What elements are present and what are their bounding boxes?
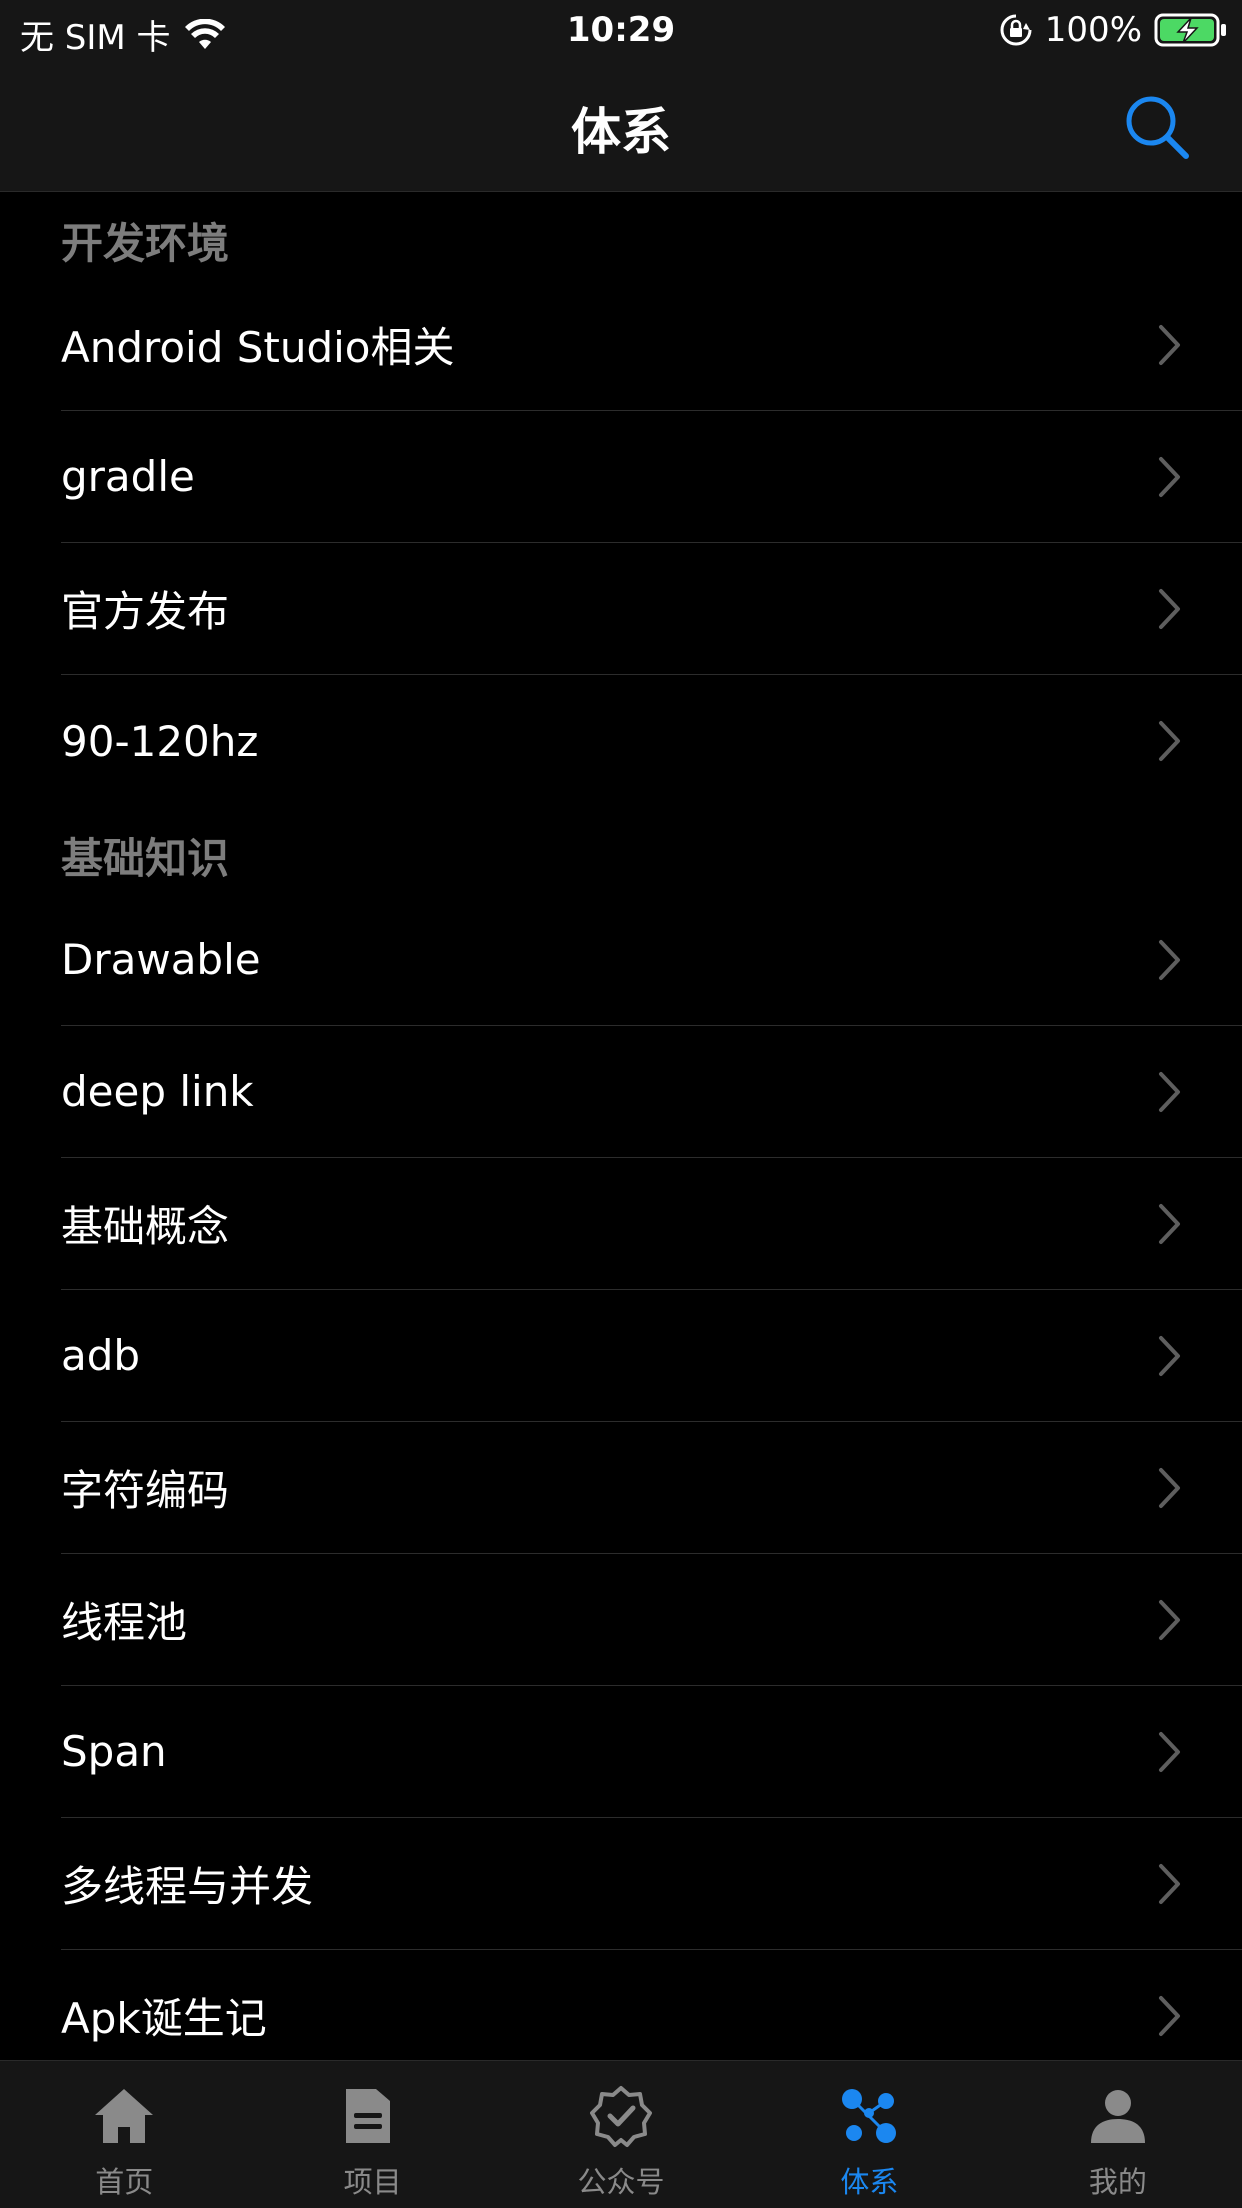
category-list[interactable]: 开发环境 Android Studio相关 gradle 官方发布 90-120… xyxy=(0,192,1242,2060)
rotation-lock-icon xyxy=(1000,14,1032,46)
list-item[interactable]: 官方发布 xyxy=(61,543,1242,675)
list-item[interactable]: gradle xyxy=(61,411,1242,543)
list-item-label: deep link xyxy=(61,1067,254,1116)
list-item-label: 90-120hz xyxy=(61,716,259,766)
tab-mine[interactable]: 我的 xyxy=(994,2061,1242,2208)
chevron-right-icon xyxy=(1159,1467,1180,1508)
chevron-right-icon xyxy=(1159,1203,1180,1244)
page-title: 体系 xyxy=(571,103,671,161)
tab-label: 首页 xyxy=(95,2165,154,2199)
list-item[interactable]: 基础概念 xyxy=(61,1158,1242,1290)
list-item-label: Apk诞生记 xyxy=(61,1994,267,2043)
search-button[interactable] xyxy=(1122,92,1192,162)
nav-bar: 体系 xyxy=(0,62,1242,192)
search-icon xyxy=(1126,96,1189,159)
hierarchy-icon xyxy=(842,2089,897,2143)
tab-projects[interactable]: 项目 xyxy=(248,2061,496,2208)
list-item[interactable]: 多线程与并发 xyxy=(61,1818,1242,1950)
list-item-label: 线程池 xyxy=(61,1598,188,1647)
list-item[interactable]: 90-120hz xyxy=(61,675,1242,807)
chevron-right-icon xyxy=(1159,456,1180,497)
tab-home[interactable]: 首页 xyxy=(0,2061,248,2208)
tab-official-accounts[interactable]: 公众号 xyxy=(497,2061,745,2208)
list-item-label: Drawable xyxy=(61,935,261,984)
tab-label: 体系 xyxy=(840,2165,899,2199)
list-item-label: adb xyxy=(61,1331,141,1380)
section-header: 开发环境 xyxy=(61,219,230,268)
list-item[interactable]: Apk诞生记 xyxy=(61,1950,1242,2060)
tab-label: 我的 xyxy=(1088,2165,1147,2199)
folder-icon xyxy=(345,2089,390,2143)
list-item[interactable]: Span xyxy=(61,1686,1242,1818)
battery-percent: 100% xyxy=(1044,10,1142,50)
person-icon xyxy=(1090,2090,1145,2143)
list-item-label: Android Studio相关 xyxy=(61,323,455,372)
tab-bar: 首页 项目 公众号 体系 我的 xyxy=(0,2060,1242,2208)
chevron-right-icon xyxy=(1159,1335,1180,1376)
chevron-right-icon xyxy=(1159,1731,1180,1772)
chevron-right-icon xyxy=(1159,1599,1180,1640)
list-item-label: 基础概念 xyxy=(61,1202,230,1251)
list-item-label: gradle xyxy=(61,452,195,501)
screen: 无 SIM 卡 10:29 100% 体系 开发环境 Android Studi… xyxy=(0,0,1242,2208)
chevron-right-icon xyxy=(1159,588,1180,629)
list-item[interactable]: 线程池 xyxy=(61,1554,1242,1686)
status-right: 100% xyxy=(999,10,1228,50)
chevron-right-icon xyxy=(1159,1863,1180,1904)
tab-label: 公众号 xyxy=(577,2165,665,2199)
list-item[interactable]: adb xyxy=(61,1290,1242,1422)
home-icon xyxy=(95,2089,154,2143)
verified-badge-icon xyxy=(590,2086,653,2147)
list-item-label: Span xyxy=(61,1727,167,1776)
battery-charging-icon xyxy=(1154,13,1226,47)
status-bar: 无 SIM 卡 10:29 100% xyxy=(0,0,1242,62)
list-item-label: 多线程与并发 xyxy=(61,1862,314,1911)
list-item-label: 官方发布 xyxy=(61,587,230,636)
chevron-right-icon xyxy=(1159,324,1180,365)
chevron-right-icon xyxy=(1159,1071,1180,1112)
section-header: 基础知识 xyxy=(61,834,230,883)
list-item[interactable]: Drawable xyxy=(61,894,1242,1026)
chevron-right-icon xyxy=(1159,939,1180,980)
chevron-right-icon xyxy=(1159,721,1180,761)
tab-system[interactable]: 体系 xyxy=(745,2061,993,2208)
list-item[interactable]: 字符编码 xyxy=(61,1422,1242,1554)
chevron-right-icon xyxy=(1159,1995,1180,2036)
list-item[interactable]: deep link xyxy=(61,1026,1242,1158)
tab-label: 项目 xyxy=(343,2165,402,2199)
list-item[interactable]: Android Studio相关 xyxy=(61,279,1242,411)
list-item-label: 字符编码 xyxy=(61,1466,230,1515)
